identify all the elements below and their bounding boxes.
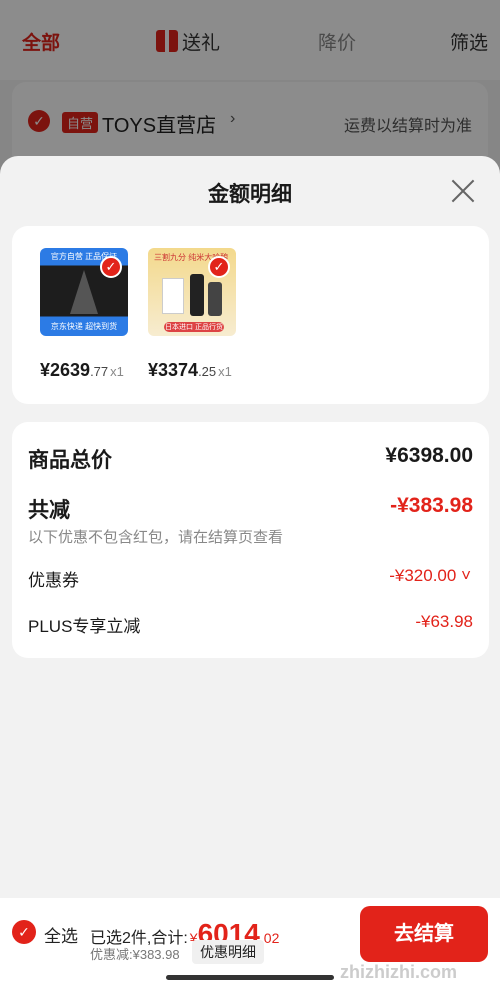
amount-detail-sheet: 金额明细 官方自营 正品保证 京东快递 超快到货 ✓ ¥2639.77 x1 三割… bbox=[0, 156, 500, 901]
discount-note: 以下优惠不包含红包，请在结算页查看 bbox=[28, 529, 284, 546]
plus-value: -¥63.98 bbox=[415, 612, 473, 631]
total-label: 商品总价 bbox=[28, 449, 112, 472]
close-icon[interactable] bbox=[450, 178, 476, 204]
product-quantity: x1 bbox=[110, 364, 124, 379]
sheet-title: 金额明细 bbox=[208, 183, 292, 206]
plus-label: PLUS专享立减 bbox=[28, 617, 141, 636]
product-bottle-shape bbox=[190, 274, 204, 316]
product-list: 官方自营 正品保证 京东快递 超快到货 ✓ ¥2639.77 x1 三割九分 纯米… bbox=[12, 226, 489, 404]
product-price: ¥3374.25 x1 bbox=[148, 360, 238, 381]
checkout-button[interactable]: 去结算 bbox=[360, 906, 488, 962]
check-icon: ✓ bbox=[208, 256, 230, 278]
price-decimal: .77 bbox=[90, 364, 109, 379]
select-all-label[interactable]: 全选 bbox=[44, 922, 78, 947]
price-decimal: .25 bbox=[198, 364, 217, 379]
discount-summary: 优惠减:¥383.98 bbox=[90, 947, 180, 962]
product-image-shape bbox=[70, 270, 98, 314]
product-price: ¥2639.77 x1 bbox=[40, 360, 130, 381]
reduce-value: -¥383.98 bbox=[390, 494, 473, 517]
chevron-down-icon: ˅ bbox=[456, 566, 471, 585]
thumb-band-text: 京东快递 超快到货 bbox=[50, 322, 118, 331]
home-indicator bbox=[166, 975, 334, 980]
thumb-band-text: 日本进口 正品行货 bbox=[164, 322, 224, 332]
discount-detail-button[interactable]: 优惠明细 bbox=[192, 940, 264, 964]
product-thumbnail: 官方自营 正品保证 京东快递 超快到货 ✓ bbox=[40, 248, 128, 336]
product-box-shape bbox=[162, 278, 184, 314]
watermark: zhizhizhi.com bbox=[340, 962, 457, 982]
reduce-label: 共减 bbox=[28, 499, 70, 522]
price-integer: ¥3374 bbox=[148, 360, 199, 380]
product-item[interactable]: 官方自营 正品保证 京东快递 超快到货 ✓ ¥2639.77 x1 bbox=[40, 248, 130, 381]
price-integer: ¥2639 bbox=[40, 360, 91, 380]
total-value: ¥6398.00 bbox=[385, 444, 473, 467]
product-item[interactable]: 三割九分 纯米大吟酿 日本进口 正品行货 ✓ ¥3374.25 x1 bbox=[148, 248, 238, 381]
product-bottle-shape bbox=[208, 282, 222, 316]
coupon-amount: -¥320.00 bbox=[389, 566, 457, 585]
product-thumbnail: 三割九分 纯米大吟酿 日本进口 正品行货 ✓ bbox=[148, 248, 236, 336]
product-quantity: x1 bbox=[218, 364, 232, 379]
select-all-check-icon[interactable]: ✓ bbox=[12, 920, 36, 944]
price-summary: 商品总价 ¥6398.00 共减 -¥383.98 以下优惠不包含红包，请在结算… bbox=[12, 422, 489, 658]
check-icon: ✓ bbox=[100, 256, 122, 278]
coupon-value: -¥320.00 ˅ bbox=[389, 566, 471, 586]
coupon-label: 优惠券 bbox=[28, 571, 79, 590]
